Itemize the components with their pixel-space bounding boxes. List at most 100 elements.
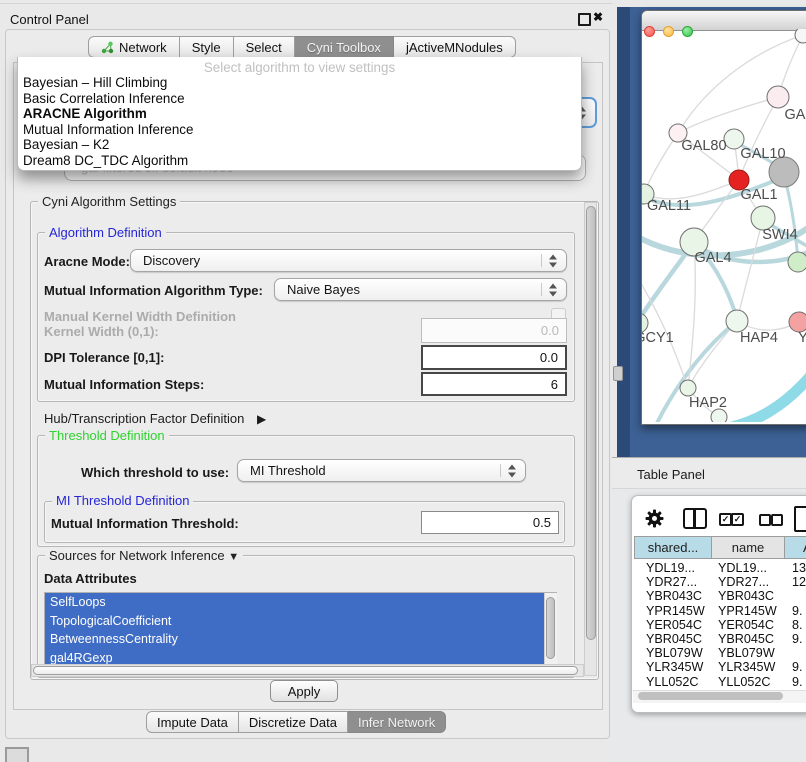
algorithm-option-dream8-dc-tdc-algorithm[interactable]: Dream8 DC_TDC Algorithm — [18, 153, 581, 169]
tab-style[interactable]: Style — [180, 36, 234, 58]
attribute-item-topologicalcoefficient[interactable]: TopologicalCoefficient — [45, 612, 544, 631]
hub-section-label: Hub/Transcription Factor Definition — [44, 411, 244, 426]
network-node[interactable] — [767, 86, 789, 108]
mi-threshold-group-title: MI Threshold Definition — [52, 494, 193, 508]
cell-name: YBL079W — [718, 646, 775, 660]
column-header-next[interactable]: A — [785, 536, 806, 559]
table-row[interactable]: YPR145WYPR145W9. — [634, 604, 806, 618]
table-row[interactable]: YLR345WYLR345W9. — [634, 660, 806, 674]
gear-icon[interactable] — [645, 509, 664, 528]
algorithm-option-bayesian-k2[interactable]: Bayesian – K2 — [18, 137, 581, 153]
mi-type-combo[interactable]: Naive Bayes — [274, 278, 567, 301]
network-node[interactable] — [795, 29, 806, 43]
data-attributes-list[interactable]: SelfLoopsTopologicalCoefficientBetweenne… — [44, 592, 557, 666]
table-row[interactable]: YBL079W YBL079W — [634, 646, 806, 660]
algorithm-option-bayesian-hill-climbing[interactable]: Bayesian – Hill Climbing — [18, 75, 581, 91]
hub-section-toggle[interactable]: Hub/Transcription Factor Definition ▶ — [44, 411, 266, 426]
deselect-all-icon[interactable] — [759, 514, 771, 526]
network-graph[interactable]: GALGAL80GAL10GAL1GAL11SWI4GAL4GCY1HAP4YH… — [642, 29, 806, 422]
mi-threshold-field[interactable]: 0.5 — [421, 511, 559, 534]
float-window-icon[interactable] — [578, 13, 591, 26]
export-table-icon[interactable] — [794, 506, 806, 532]
table-row[interactable]: YDL19... YDL19... 13 — [634, 561, 806, 575]
cell-shared: YDL19... — [646, 561, 695, 575]
cell-shared: YBL079W — [646, 646, 703, 660]
dropdown-placeholder: Select algorithm to view settings — [18, 60, 581, 75]
tab-jactivemnodules[interactable]: jActiveMNodules — [394, 36, 516, 58]
settings-vscrollbar-thumb[interactable] — [586, 206, 596, 640]
table-row[interactable]: YER054CYER054C8. — [634, 618, 806, 632]
apply-button[interactable]: Apply — [270, 680, 338, 702]
network-node-label: GAL4 — [694, 250, 731, 266]
cell-name: YBR043C — [718, 589, 774, 603]
algorithm-option-mutual-information-inference[interactable]: Mutual Information Inference — [18, 122, 581, 138]
network-node-label: HAP4 — [740, 330, 778, 346]
bottom-tabs: Impute DataDiscretize DataInfer Network — [146, 711, 446, 733]
which-threshold-label: Which threshold to use: — [81, 465, 229, 480]
aracne-mode-label: Aracne Mode: — [44, 254, 130, 269]
select-all-icon-2[interactable]: ✓ — [731, 513, 744, 526]
algorithm-dropdown: Select algorithm to view settings Bayesi… — [17, 57, 582, 171]
tab-label: Style — [192, 40, 221, 55]
table-row[interactable]: YBR045CYBR045C9. — [634, 632, 806, 646]
mi-steps-label: Mutual Information Steps: — [44, 377, 204, 392]
dpi-tolerance-field[interactable]: 0.0 — [421, 345, 567, 370]
minimized-panel-icon[interactable] — [5, 747, 29, 762]
bottom-tab-discretize-data[interactable]: Discretize Data — [239, 711, 348, 733]
network-node-label: GAL11 — [647, 198, 691, 214]
table-row[interactable]: YLL052CYLL052C9. — [634, 675, 806, 689]
column-header-name[interactable]: name — [712, 536, 785, 559]
attribute-item-selfloops[interactable]: SelfLoops — [45, 593, 544, 612]
bottom-tab-infer-network[interactable]: Infer Network — [348, 711, 446, 733]
panel-divider-handle[interactable] — [613, 366, 623, 381]
network-node[interactable] — [789, 312, 806, 332]
bottom-tab-impute-data[interactable]: Impute Data — [146, 711, 239, 733]
mi-steps-field[interactable]: 6 — [421, 372, 567, 396]
network-icon — [101, 41, 114, 54]
tab-cyni-toolbox[interactable]: Cyni Toolbox — [295, 36, 394, 58]
mi-type-label: Mutual Information Algorithm Type: — [44, 283, 263, 298]
deselect-all-icon-2[interactable] — [771, 514, 783, 526]
cell-name: YER054C — [718, 618, 774, 632]
sources-title: Sources for Network Inference — [49, 548, 225, 563]
dpi-tolerance-label: DPI Tolerance [0,1]: — [44, 350, 164, 365]
app-root: Control Panel ✖ NetworkStyleSelectCyni T… — [0, 0, 806, 762]
tab-select[interactable]: Select — [234, 36, 295, 58]
cell-name: YDL19... — [718, 561, 767, 575]
cell-value: 9. — [792, 660, 803, 674]
algorithm-options: Bayesian – Hill ClimbingBasic Correlatio… — [18, 75, 581, 169]
network-node-label: SWI4 — [762, 227, 797, 243]
which-threshold-combo[interactable]: MI Threshold — [237, 459, 526, 482]
close-panel-icon[interactable]: ✖ — [593, 10, 603, 24]
tab-label: Cyni Toolbox — [307, 40, 381, 55]
threshold-definition-title: Threshold Definition — [45, 429, 169, 443]
network-node[interactable] — [680, 380, 696, 396]
network-node-label: HAP2 — [689, 395, 727, 411]
aracne-mode-combo[interactable]: Discovery — [130, 249, 567, 272]
algorithm-option-aracne-algorithm[interactable]: ARACNE Algorithm — [18, 106, 581, 122]
sources-toggle[interactable]: Sources for Network Inference ▼ — [45, 549, 243, 564]
network-node[interactable] — [726, 310, 748, 332]
network-node-label: GAL80 — [681, 138, 726, 154]
tab-network[interactable]: Network — [88, 36, 180, 58]
network-edge — [642, 245, 692, 321]
cell-name: YBR045C — [718, 632, 774, 646]
attribute-item-betweennesscentrality[interactable]: BetweennessCentrality — [45, 630, 544, 649]
settings-hscrollbar-thumb[interactable] — [33, 666, 578, 675]
which-threshold-value: MI Threshold — [250, 463, 326, 478]
columns-icon[interactable] — [683, 508, 707, 529]
cell-name: YDR27... — [718, 575, 769, 589]
cell-shared: YDR27... — [646, 575, 697, 589]
cell-value: 13 — [792, 561, 806, 575]
attributes-scrollbar-thumb[interactable] — [546, 597, 555, 659]
cell-shared: YBR043C — [646, 589, 702, 603]
table-row[interactable]: YBR043C YBR043C — [634, 589, 806, 603]
network-node[interactable] — [788, 252, 806, 272]
algorithm-option-basic-correlation-inference[interactable]: Basic Correlation Inference — [18, 91, 581, 107]
cell-value: 12 — [792, 575, 806, 589]
table-hscrollbar-thumb[interactable] — [638, 692, 783, 700]
column-header-shared[interactable]: shared... — [634, 536, 712, 559]
table-row[interactable]: YDR27... YDR27... 12 — [634, 575, 806, 589]
network-edge — [737, 218, 763, 321]
mi-type-value: Naive Bayes — [287, 282, 360, 297]
